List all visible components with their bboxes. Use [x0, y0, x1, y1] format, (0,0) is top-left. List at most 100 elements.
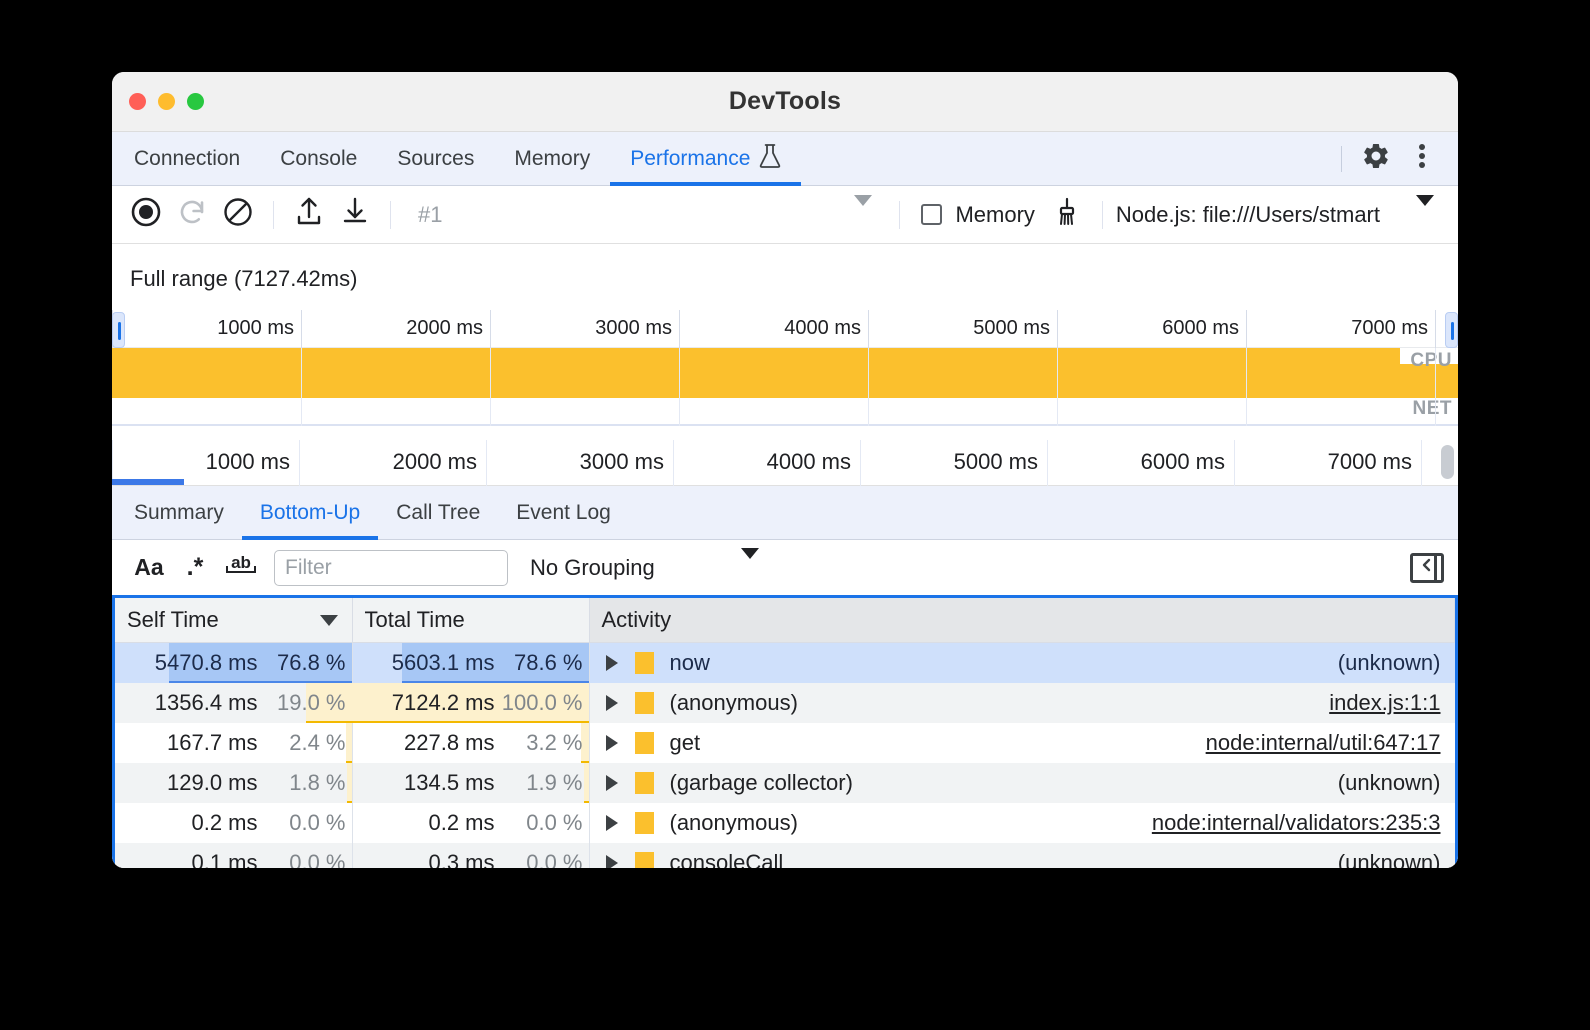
- tab-event-log[interactable]: Event Log: [498, 486, 629, 539]
- overview-scrollbar-thumb[interactable]: [1441, 445, 1454, 479]
- ruler-tick: 1000 ms: [206, 449, 290, 475]
- column-header-label: Total Time: [365, 607, 465, 632]
- table-row[interactable]: 0.2 ms0.0 %0.2 ms0.0 %(anonymous)node:in…: [115, 803, 1455, 843]
- tab-performance[interactable]: Performance: [610, 132, 801, 185]
- selection-indicator: [112, 479, 184, 485]
- table-row[interactable]: 129.0 ms1.8 %134.5 ms1.9 %(garbage colle…: [115, 763, 1455, 803]
- table-row[interactable]: 0.1 ms0.0 %0.3 ms0.0 %consoleCall(unknow…: [115, 843, 1455, 869]
- record-circle-icon: [130, 196, 162, 233]
- column-header-activity[interactable]: Activity: [589, 598, 1455, 642]
- net-track-label: NET: [1413, 398, 1453, 420]
- self-time-value: 1356.4 ms: [138, 690, 258, 716]
- activity-name: now: [670, 650, 710, 676]
- tab-memory[interactable]: Memory: [494, 132, 610, 185]
- tab-console[interactable]: Console: [260, 132, 377, 185]
- collect-garbage-button[interactable]: [1045, 193, 1089, 237]
- panel-tabbar-actions: [1333, 132, 1458, 185]
- tab-label: Memory: [514, 147, 590, 171]
- expand-triangle-icon[interactable]: [606, 815, 618, 831]
- tab-label: Performance: [630, 147, 750, 171]
- activity-cell: (garbage collector)(unknown): [589, 763, 1455, 803]
- source-link[interactable]: index.js:1:1: [1329, 690, 1440, 716]
- ruler-tick: 4000 ms: [784, 317, 861, 340]
- total-time-value: 0.2 ms: [375, 810, 495, 836]
- download-profile-icon: [340, 196, 370, 233]
- table-cell: 0.2 ms0.0 %: [352, 803, 589, 843]
- save-profile-button[interactable]: [333, 193, 377, 237]
- target-selector[interactable]: Node.js: file:///Users/stmart: [1116, 202, 1446, 228]
- tab-call-tree[interactable]: Call Tree: [378, 486, 498, 539]
- cell-content: 0.2 ms0.0 %: [353, 803, 589, 843]
- category-color-swatch: [635, 652, 654, 674]
- range-selection-left-handle[interactable]: [112, 312, 125, 348]
- table-cell: 0.3 ms0.0 %: [352, 843, 589, 869]
- whole-word-button[interactable]: ab: [218, 545, 264, 591]
- net-track[interactable]: NET: [112, 398, 1458, 426]
- regex-dot-star-icon: .*: [187, 553, 204, 582]
- table-cell: 0.2 ms0.0 %: [115, 803, 352, 843]
- ruler-tick: 5000 ms: [954, 449, 1038, 475]
- tab-label: Bottom-Up: [260, 501, 360, 525]
- use-regex-button[interactable]: .*: [172, 545, 218, 591]
- show-sidebar-button[interactable]: [1410, 553, 1444, 583]
- ruler-tick: 2000 ms: [393, 449, 477, 475]
- profile-selector[interactable]: #1: [404, 202, 886, 228]
- table-row[interactable]: 1356.4 ms19.0 %7124.2 ms100.0 %(anonymou…: [115, 683, 1455, 723]
- self-time-value: 5470.8 ms: [138, 650, 258, 676]
- tab-label: Summary: [134, 501, 224, 525]
- activity-cell: now(unknown): [589, 642, 1455, 683]
- window-title: DevTools: [112, 87, 1458, 116]
- ruler-tick: 7000 ms: [1351, 317, 1428, 340]
- table-row[interactable]: 167.7 ms2.4 %227.8 ms3.2 %getnode:intern…: [115, 723, 1455, 763]
- source-link[interactable]: node:internal/validators:235:3: [1152, 810, 1441, 836]
- column-header-total-time[interactable]: Total Time: [352, 598, 589, 642]
- bottom-up-datagrid[interactable]: Self Time Total Time Activity 5470.8 ms7…: [112, 598, 1458, 868]
- source-unknown-label: (unknown): [1338, 770, 1441, 796]
- range-selection-right-handle[interactable]: [1445, 312, 1458, 348]
- more-options-button[interactable]: [1402, 139, 1442, 179]
- activity-name: (anonymous): [670, 690, 798, 716]
- reload-and-record-button[interactable]: [170, 193, 214, 237]
- cpu-track-label: CPU: [1410, 350, 1452, 372]
- expand-triangle-icon[interactable]: [606, 655, 618, 671]
- svg-text:ab: ab: [231, 553, 251, 572]
- tab-connection[interactable]: Connection: [112, 132, 260, 185]
- activity-cell: (anonymous) index.js:1:1: [589, 683, 1455, 723]
- expand-triangle-icon[interactable]: [606, 855, 618, 869]
- load-profile-button[interactable]: [287, 193, 331, 237]
- clear-button[interactable]: [216, 193, 260, 237]
- ruler-tick: 7000 ms: [1328, 449, 1412, 475]
- chevron-down-icon[interactable]: [741, 559, 759, 577]
- cell-content: 7124.2 ms100.0 %: [353, 683, 589, 723]
- expand-triangle-icon[interactable]: [606, 775, 618, 791]
- memory-checkbox[interactable]: Memory: [913, 202, 1042, 228]
- expand-triangle-icon[interactable]: [606, 735, 618, 751]
- table-cell: 167.7 ms2.4 %: [115, 723, 352, 763]
- cell-content: 1356.4 ms19.0 %: [115, 683, 352, 723]
- table-cell: 134.5 ms1.9 %: [352, 763, 589, 803]
- record-button[interactable]: [124, 193, 168, 237]
- chevron-down-icon: [1416, 206, 1434, 224]
- tab-summary[interactable]: Summary: [112, 486, 242, 539]
- tab-sources[interactable]: Sources: [377, 132, 494, 185]
- expand-triangle-icon[interactable]: [606, 695, 618, 711]
- clear-prohibited-icon: [222, 196, 254, 233]
- self-time-percent: 1.8 %: [258, 770, 346, 796]
- whole-word-ab-icon: ab: [224, 551, 258, 585]
- overview-timeline[interactable]: 1000 ms 2000 ms 3000 ms 4000 ms 5000 ms …: [112, 310, 1458, 440]
- cpu-track[interactable]: CPU: [112, 348, 1458, 398]
- match-case-button[interactable]: Aa: [126, 545, 172, 591]
- source-link[interactable]: node:internal/util:647:17: [1206, 730, 1441, 756]
- kebab-menu-icon: [1418, 141, 1426, 176]
- tab-bottom-up[interactable]: Bottom-Up: [242, 486, 378, 539]
- ruler-tick: 6000 ms: [1141, 449, 1225, 475]
- panel-tabbar: Connection Console Sources Memory Perfor…: [112, 132, 1458, 186]
- datagrid-body: 5470.8 ms76.8 %5603.1 ms78.6 %now(unknow…: [115, 642, 1455, 868]
- grouping-select-value[interactable]: No Grouping: [530, 555, 655, 581]
- column-header-self-time[interactable]: Self Time: [115, 598, 352, 642]
- filter-input[interactable]: [274, 550, 508, 586]
- full-range-label: Full range (7127.42ms): [112, 244, 1458, 310]
- settings-button[interactable]: [1356, 139, 1396, 179]
- target-selector-value: Node.js: file:///Users/stmart: [1116, 202, 1380, 228]
- table-row[interactable]: 5470.8 ms76.8 %5603.1 ms78.6 %now(unknow…: [115, 642, 1455, 683]
